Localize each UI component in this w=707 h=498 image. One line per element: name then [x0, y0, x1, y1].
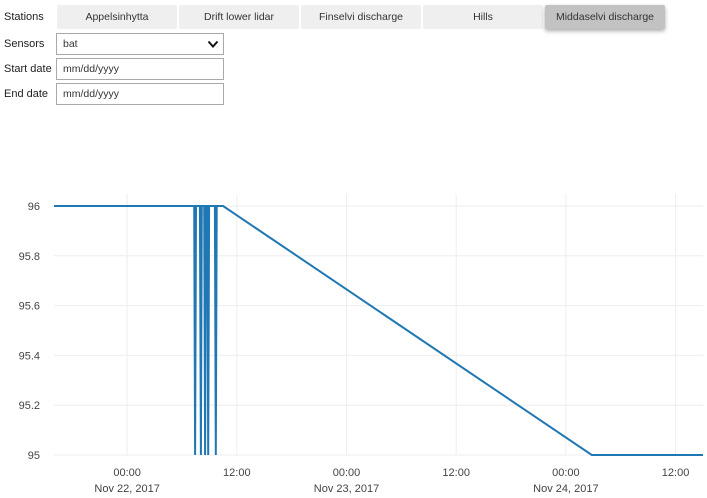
x-tick-time-label: 00:00: [552, 467, 580, 479]
stations-label: Stations: [4, 11, 44, 23]
sensor-select-value: bat: [63, 38, 78, 50]
station-tab-drift-lower-lidar[interactable]: Drift lower lidar: [179, 5, 299, 29]
y-tick-label: 96: [28, 201, 40, 213]
start-date-placeholder: mm/dd/yyyy: [63, 63, 120, 75]
x-tick-date-label: Nov 24, 2017: [533, 483, 598, 495]
x-tick-time-label: 00:00: [333, 467, 361, 479]
end-date-label: End date: [4, 88, 49, 100]
x-tick-time-label: 12:00: [442, 467, 470, 479]
end-date-placeholder: mm/dd/yyyy: [63, 88, 120, 100]
end-date-input[interactable]: mm/dd/yyyy: [56, 83, 224, 105]
battery-chart[interactable]: 95 95.2 95.4 95.6 95.8 96 00:00 Nov 22, 2017 12:…: [0, 180, 707, 498]
sensors-label: Sensors: [4, 38, 45, 50]
series-line: [54, 205, 703, 456]
y-tick-label: 95: [28, 450, 40, 462]
y-tick-label: 95.6: [19, 301, 40, 313]
station-tab-hills[interactable]: Hills: [423, 5, 543, 29]
start-date-label: Start date: [4, 63, 52, 75]
start-date-input[interactable]: mm/dd/yyyy: [56, 58, 224, 80]
station-tab-appelsinhytta[interactable]: Appelsinhytta: [57, 5, 177, 29]
x-tick-time-label: 00:00: [113, 467, 141, 479]
x-tick-date-label: Nov 23, 2017: [314, 483, 379, 495]
station-tab-middaselvi-discharge[interactable]: Middaselvi discharge: [545, 5, 665, 29]
y-tick-label: 95.8: [19, 251, 40, 263]
y-tick-label: 95.2: [19, 400, 40, 412]
station-tab-finselvi-discharge[interactable]: Finselvi discharge: [301, 5, 421, 29]
chevron-down-icon: [207, 40, 219, 48]
x-tick-date-label: Nov 22, 2017: [94, 483, 159, 495]
sensor-select[interactable]: bat: [56, 33, 224, 55]
y-tick-label: 95.4: [19, 350, 40, 362]
x-tick-time-label: 12:00: [662, 467, 690, 479]
x-tick-time-label: 12:00: [223, 467, 251, 479]
